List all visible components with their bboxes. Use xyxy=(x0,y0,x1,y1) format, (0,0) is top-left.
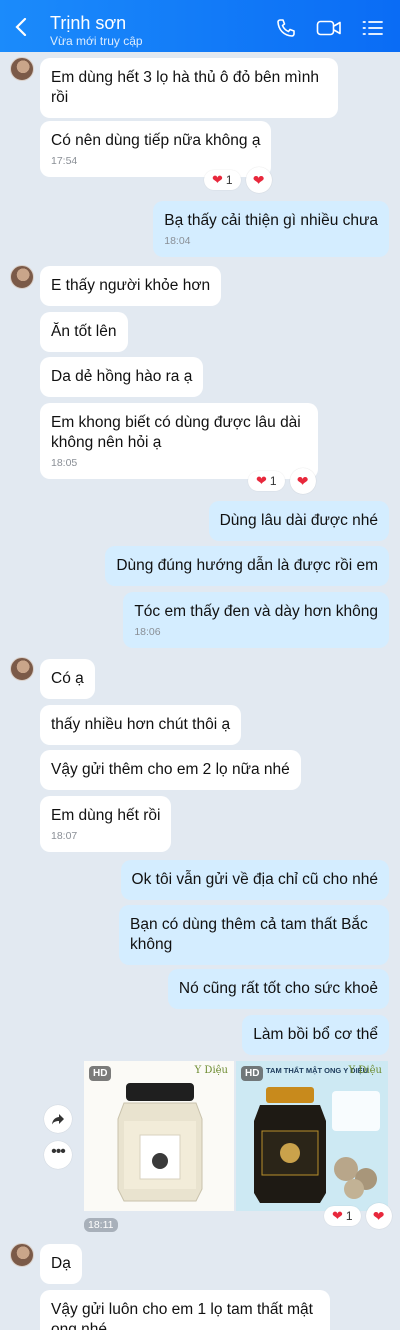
message-time: 18:06 xyxy=(134,626,161,638)
heart-icon: ❤ xyxy=(332,1208,343,1223)
share-icon xyxy=(52,1114,64,1125)
outgoing-message[interactable]: Tóc em thấy đen và dày hơn không 18:06 xyxy=(123,592,389,648)
outgoing-message[interactable]: Bạn có dùng thêm cả tam thất Bắc không xyxy=(119,905,389,965)
message-text: Bạ thấy cải thiện gì nhiều chưa xyxy=(164,212,378,229)
more-options-button[interactable]: ••• xyxy=(44,1141,72,1169)
message-text: Có ạ xyxy=(51,670,84,687)
message-text: thấy nhiều hơn chút thôi ạ xyxy=(51,716,231,733)
outgoing-message[interactable]: Làm bồi bổ cơ thể xyxy=(242,1015,389,1055)
incoming-message[interactable]: Dạ xyxy=(40,1244,82,1284)
brand-logo: Y Diệu xyxy=(194,1065,228,1076)
honey-jar-illustration xyxy=(236,1061,388,1211)
incoming-message[interactable]: Ăn tốt lên xyxy=(40,312,128,352)
incoming-message[interactable]: thấy nhiều hơn chút thôi ạ xyxy=(40,705,242,745)
jar-illustration xyxy=(84,1061,234,1211)
heart-react-button[interactable]: ❤ xyxy=(289,468,316,494)
contact-avatar[interactable] xyxy=(10,57,34,81)
reaction-bar: ❤ 1 ❤ xyxy=(204,167,272,193)
incoming-message[interactable]: Da dẻ hồng hào ra ạ xyxy=(40,357,204,397)
outgoing-message[interactable]: Dùng đúng hướng dẫn là được rồi em xyxy=(105,546,389,586)
phone-call-icon[interactable] xyxy=(276,18,296,43)
online-status: Vừa mới truy cập xyxy=(50,34,143,48)
outgoing-message[interactable]: Dùng lâu dài được nhé xyxy=(208,501,389,541)
message-time: 18:07 xyxy=(51,830,78,842)
message-text: Ok tôi vẫn gửi về địa chỉ cũ cho nhé xyxy=(131,871,378,888)
message-text: Em khong biết có dùng được lâu dài không… xyxy=(51,414,301,451)
heart-react-button[interactable]: ❤ xyxy=(365,1203,392,1229)
back-arrow-icon[interactable] xyxy=(14,17,28,41)
incoming-message[interactable]: E thấy người khỏe hơn xyxy=(40,266,222,306)
heart-react-button[interactable]: ❤ xyxy=(245,167,272,193)
outgoing-message[interactable]: Ok tôi vẫn gửi về địa chỉ cũ cho nhé xyxy=(120,860,389,900)
reaction-bar: ❤ 1 ❤ xyxy=(324,1203,392,1229)
message-text: Tóc em thấy đen và dày hơn không xyxy=(134,603,378,620)
product-image-2[interactable]: HD TAM THẤT MẬT ONG Y DIỆU Y Diệu xyxy=(236,1061,388,1211)
share-forward-button[interactable] xyxy=(44,1105,72,1133)
message-text: Vậy gửi luôn cho em 1 lọ tam thất mật on… xyxy=(51,1301,313,1330)
contact-name[interactable]: Trịnh sơn xyxy=(50,12,126,34)
message-time: 18:04 xyxy=(164,235,191,247)
product-image-1[interactable]: HD Y Diệu xyxy=(84,1061,234,1211)
hd-badge: HD xyxy=(241,1066,264,1081)
message-text: Em dùng hết 3 lọ hà thủ ô đỏ bên mình rồ… xyxy=(51,69,319,106)
message-text: Làm bồi bổ cơ thể xyxy=(253,1026,378,1043)
image-time: 18:11 xyxy=(84,1218,118,1232)
incoming-message[interactable]: Vậy gửi thêm cho em 2 lọ nữa nhé xyxy=(40,750,301,790)
message-text: E thấy người khỏe hơn xyxy=(51,277,211,294)
message-text: Có nên dùng tiếp nữa không ạ xyxy=(51,132,261,149)
outgoing-message[interactable]: Nó cũng rất tốt cho sức khoẻ xyxy=(167,969,389,1009)
message-text: Dạ xyxy=(51,1255,71,1272)
contact-avatar[interactable] xyxy=(10,1243,34,1267)
hd-badge: HD xyxy=(89,1066,112,1081)
message-text: Ăn tốt lên xyxy=(51,323,117,340)
outgoing-message[interactable]: Bạ thấy cải thiện gì nhiều chưa 18:04 xyxy=(153,201,389,257)
reaction-count[interactable]: ❤ 1 xyxy=(248,471,285,491)
chat-header: Trịnh sơn Vừa mới truy cập xyxy=(0,0,400,52)
heart-icon: ❤ xyxy=(252,171,265,188)
reaction-count[interactable]: ❤ 1 xyxy=(204,170,241,190)
message-text: Dùng lâu dài được nhé xyxy=(219,512,378,529)
heart-icon: ❤ xyxy=(212,172,223,187)
message-text: Nó cũng rất tốt cho sức khoẻ xyxy=(178,980,378,997)
message-time: 17:54 xyxy=(51,155,78,167)
more-dots-icon: ••• xyxy=(51,1143,66,1160)
message-text: Da dẻ hồng hào ra ạ xyxy=(51,368,193,385)
heart-icon: ❤ xyxy=(296,472,309,489)
brand-logo: Y Diệu xyxy=(348,1065,382,1076)
incoming-message[interactable]: Em dùng hết 3 lọ hà thủ ô đỏ bên mình rồ… xyxy=(40,58,338,118)
message-text: Bạn có dùng thêm cả tam thất Bắc không xyxy=(130,916,368,953)
message-text: Vậy gửi thêm cho em 2 lọ nữa nhé xyxy=(51,761,290,778)
heart-icon: ❤ xyxy=(372,1207,385,1224)
incoming-message[interactable]: Vậy gửi luôn cho em 1 lọ tam thất mật on… xyxy=(40,1290,330,1330)
message-text: Dùng đúng hướng dẫn là được rồi em xyxy=(116,557,378,574)
reaction-bar: ❤ 1 ❤ xyxy=(248,468,316,494)
heart-icon: ❤ xyxy=(256,473,267,488)
reaction-count[interactable]: ❤ 1 xyxy=(324,1206,361,1226)
incoming-message[interactable]: Em dùng hết rồi 18:07 xyxy=(40,796,172,852)
video-call-icon[interactable] xyxy=(316,18,342,43)
message-text: Em dùng hết rồi xyxy=(51,807,161,824)
incoming-message[interactable]: Có ạ xyxy=(40,659,95,699)
contact-avatar[interactable] xyxy=(10,657,34,681)
contact-avatar[interactable] xyxy=(10,265,34,289)
menu-list-icon[interactable] xyxy=(362,18,384,43)
